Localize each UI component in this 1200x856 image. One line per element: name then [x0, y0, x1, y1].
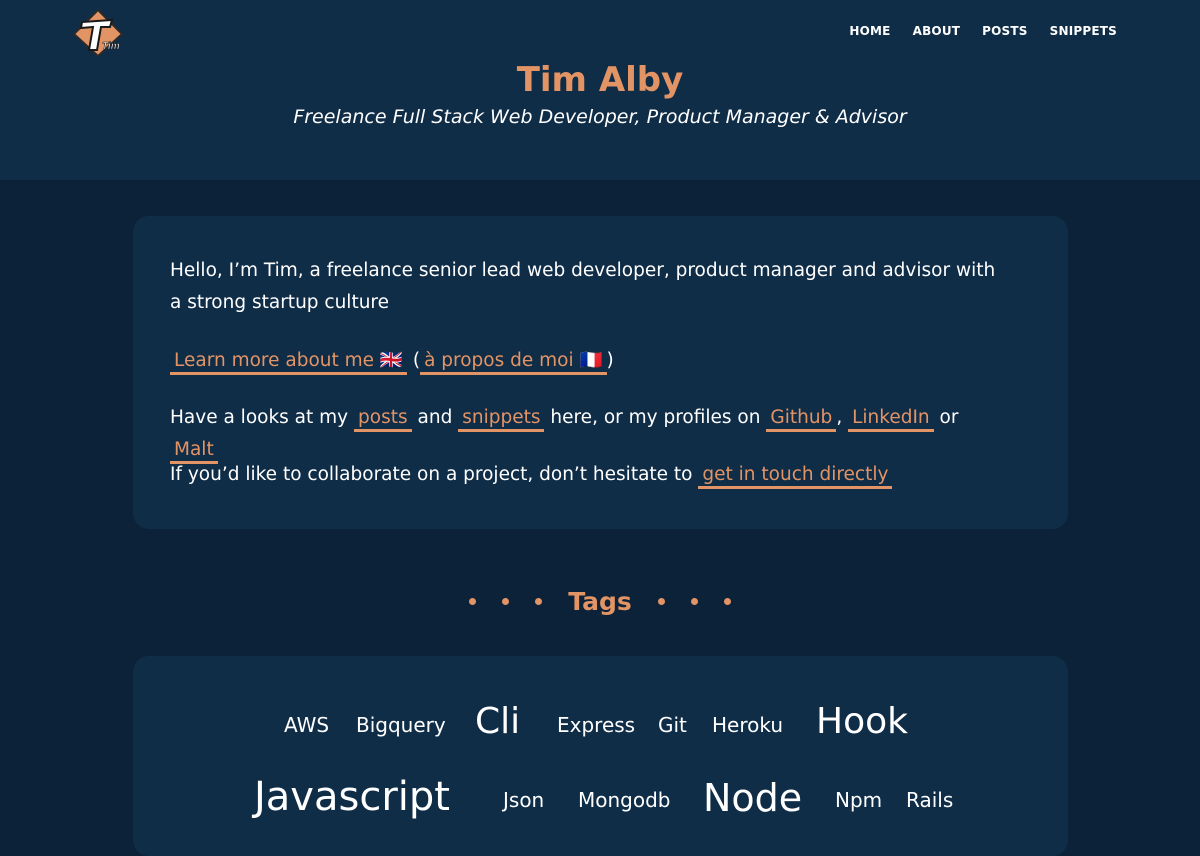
tag-json[interactable]: Json — [503, 788, 544, 812]
nav-snippets[interactable]: SNIPPETS — [1050, 24, 1117, 38]
intro-learn-more-line: Learn more about me 🇬🇧 (à propos de moi … — [170, 345, 1010, 377]
a-propos-link[interactable]: à propos de moi 🇫🇷 — [420, 350, 607, 375]
dot-decoration — [690, 597, 698, 605]
tag-cli[interactable]: Cli — [475, 701, 520, 742]
dot-decoration — [535, 597, 543, 605]
tag-hook[interactable]: Hook — [816, 701, 908, 742]
tag-heroku[interactable]: Heroku — [712, 713, 783, 737]
tag-aws[interactable]: AWS — [284, 713, 329, 737]
tag-git[interactable]: Git — [658, 713, 687, 737]
get-in-touch-link[interactable]: get in touch directly — [698, 464, 893, 489]
nav-home[interactable]: HOME — [849, 24, 890, 38]
learn-more-link[interactable]: Learn more about me 🇬🇧 — [170, 350, 407, 375]
intro-contact-line: If you’d like to collaborate on a projec… — [170, 459, 1010, 491]
linkedin-link[interactable]: LinkedIn — [848, 407, 934, 432]
profiles-text-mid: here, or my profiles on — [550, 407, 761, 428]
tags-heading-dots-right — [657, 597, 731, 605]
contact-text: If you’d like to collaborate on a projec… — [170, 464, 693, 485]
site-logo[interactable]: Tim — [72, 8, 124, 58]
dot-decoration — [723, 597, 731, 605]
snippets-link[interactable]: snippets — [458, 407, 545, 432]
comma-text: , — [836, 407, 843, 428]
nav-posts[interactable]: POSTS — [982, 24, 1027, 38]
tags-title: Tags — [568, 586, 632, 616]
tag-bigquery[interactable]: Bigquery — [356, 713, 446, 737]
intro-card: Hello, I’m Tim, a freelance senior lead … — [133, 216, 1068, 529]
tag-npm[interactable]: Npm — [835, 788, 882, 812]
tags-heading-dots-left — [469, 597, 543, 605]
logo-text: Tim — [102, 41, 120, 52]
tag-node[interactable]: Node — [703, 776, 802, 820]
posts-link[interactable]: posts — [354, 407, 412, 432]
tag-mongodb[interactable]: Mongodb — [578, 788, 671, 812]
site-header: Tim HOME ABOUT POSTS SNIPPETS Tim Alby F… — [0, 0, 1200, 180]
nav-about[interactable]: ABOUT — [913, 24, 961, 38]
dot-decoration — [469, 597, 477, 605]
tags-heading: Tags — [0, 584, 1200, 618]
tags-card: AWS Bigquery Cli Express Git Heroku Hook… — [133, 656, 1068, 856]
intro-profiles-line: Have a looks at my posts and snippets he… — [170, 402, 1010, 466]
dot-decoration — [502, 597, 510, 605]
tag-rails[interactable]: Rails — [906, 788, 953, 812]
site-subtitle: Freelance Full Stack Web Developer, Prod… — [293, 106, 907, 128]
intro-text: Hello, I’m Tim, a freelance senior lead … — [170, 260, 996, 313]
paren-open: ( — [412, 350, 421, 371]
dot-decoration — [657, 597, 665, 605]
paren-close: ) — [606, 350, 614, 371]
main-nav: HOME ABOUT POSTS SNIPPETS — [849, 24, 1117, 38]
site-title[interactable]: Tim Alby — [0, 60, 1200, 100]
and-text: and — [417, 407, 453, 428]
github-link[interactable]: Github — [766, 407, 837, 432]
or-text: or — [939, 407, 959, 428]
profiles-text-pre: Have a looks at my — [170, 407, 349, 428]
tag-express[interactable]: Express — [557, 713, 635, 737]
tag-javascript[interactable]: Javascript — [254, 774, 450, 820]
